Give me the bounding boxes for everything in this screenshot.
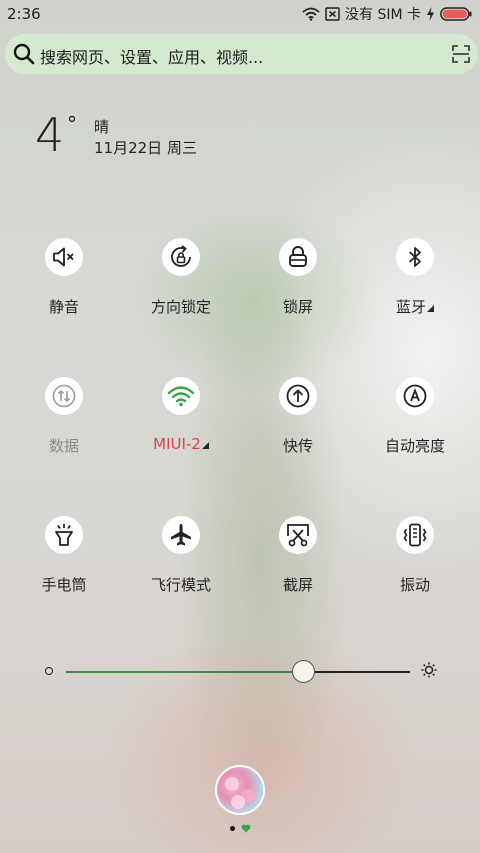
page-indicator-dot xyxy=(230,826,235,831)
toggle-lock-screen[interactable]: 锁屏 xyxy=(243,238,353,338)
scan-icon[interactable] xyxy=(452,45,470,63)
weather-temperature: 4 xyxy=(35,108,65,162)
status-time: 2:36 xyxy=(7,5,41,23)
toggle-circle[interactable] xyxy=(396,516,434,554)
toggle-bluetooth[interactable]: 蓝牙 xyxy=(360,238,470,338)
toggle-label-text: MIUI-2 xyxy=(153,435,201,453)
mute-icon xyxy=(53,247,74,267)
toggle-circle[interactable] xyxy=(279,238,317,276)
toggle-label: 方向锁定 xyxy=(150,298,211,316)
toggle-circle[interactable] xyxy=(45,238,83,276)
submenu-caret-icon xyxy=(427,305,434,312)
screenshot-icon xyxy=(287,524,309,547)
weather-date: 11月22日 周三 xyxy=(94,139,197,157)
brightness-low-icon xyxy=(45,667,53,675)
rotation-lock-icon xyxy=(171,245,191,267)
toggle-circle[interactable] xyxy=(396,377,434,415)
toggle-circle[interactable] xyxy=(396,238,434,276)
toggle-mobile-data[interactable]: 数据 xyxy=(9,377,119,477)
toggle-circle[interactable] xyxy=(45,377,83,415)
search-bar[interactable]: 搜索网页、设置、应用、视频... xyxy=(5,34,478,74)
toggle-rotation-lock[interactable]: 方向锁定 xyxy=(126,238,236,338)
mobile-data-icon xyxy=(52,384,76,408)
toggle-circle[interactable] xyxy=(279,516,317,554)
carrier-text: 没有 SIM 卡 xyxy=(345,7,421,23)
toggle-mute[interactable]: 静音 xyxy=(9,238,119,338)
charging-icon xyxy=(427,7,434,21)
toggle-label: 截屏 xyxy=(282,576,313,594)
toggle-circle[interactable] xyxy=(162,516,200,554)
avatar-flower-decoration xyxy=(225,777,239,791)
toggle-quick-transfer[interactable]: 快传 xyxy=(243,377,353,477)
toggle-label: 飞行模式 xyxy=(150,576,211,594)
status-bar: 2:36 没有 SIM 卡 xyxy=(0,0,480,28)
brightness-track-fill[interactable] xyxy=(66,671,293,673)
airplane-icon xyxy=(171,524,191,546)
toggle-airplane-mode[interactable]: 飞行模式 xyxy=(126,516,236,616)
flashlight-icon xyxy=(55,524,73,546)
toggle-label: 自动亮度 xyxy=(384,437,445,455)
weather-degree-symbol: ° xyxy=(67,112,77,136)
toggle-circle[interactable] xyxy=(162,377,200,415)
no-sim-icon xyxy=(325,7,340,21)
brightness-slider-thumb[interactable] xyxy=(291,660,315,683)
toggle-circle[interactable] xyxy=(279,377,317,415)
toggle-label: 锁屏 xyxy=(282,298,313,316)
vibrate-icon xyxy=(403,523,427,547)
toggle-label: 快传 xyxy=(282,437,313,455)
submenu-caret-icon xyxy=(201,442,209,449)
toggle-circle[interactable] xyxy=(162,238,200,276)
wifi-icon xyxy=(167,386,195,407)
toggle-vibrate[interactable]: 振动 xyxy=(360,516,470,616)
auto-brightness-icon xyxy=(403,384,427,408)
toggle-auto-brightness[interactable]: 自动亮度 xyxy=(360,377,470,477)
status-icons: 没有 SIM 卡 xyxy=(302,4,472,24)
brightness-high-icon xyxy=(421,662,437,678)
toggle-label: 蓝牙 xyxy=(360,296,470,317)
brightness-track[interactable] xyxy=(314,671,410,673)
toggle-circle[interactable] xyxy=(45,516,83,554)
battery-icon xyxy=(440,7,472,21)
toggle-screenshot[interactable]: 截屏 xyxy=(243,516,353,616)
toggle-flashlight[interactable]: 手电筒 xyxy=(9,516,119,616)
wifi-status-icon xyxy=(302,7,320,21)
avatar-flower-decoration xyxy=(231,795,245,809)
toggle-label-text: 蓝牙 xyxy=(395,298,426,316)
bluetooth-icon xyxy=(408,247,421,267)
toggle-label: 静音 xyxy=(48,298,79,316)
toggle-label: 数据 xyxy=(48,437,79,455)
toggle-label: 手电筒 xyxy=(41,576,87,594)
toggle-label: 振动 xyxy=(399,576,430,594)
avatar[interactable] xyxy=(215,765,265,815)
toggle-label: MIUI-2 xyxy=(126,435,236,453)
page-indicator-heart-icon xyxy=(241,824,251,833)
search-icon xyxy=(13,43,35,65)
quick-transfer-icon xyxy=(286,384,310,408)
weather-condition: 晴 xyxy=(94,118,110,136)
search-placeholder[interactable]: 搜索网页、设置、应用、视频... xyxy=(40,44,263,68)
lock-screen-icon xyxy=(289,246,307,267)
toggle-wifi[interactable]: MIUI-2 xyxy=(126,377,236,477)
